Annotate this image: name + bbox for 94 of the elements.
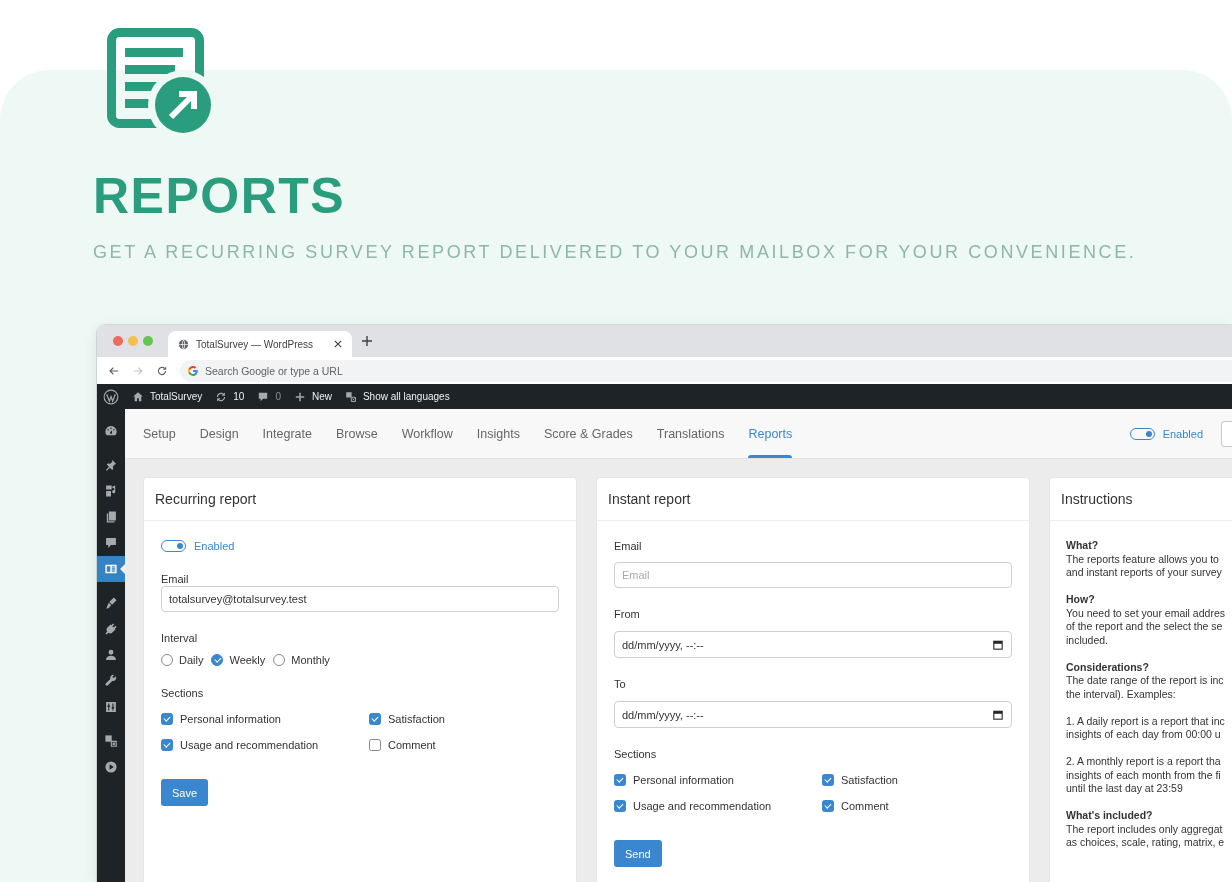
instructions-text: The report includes only aggregat as choices, scale, rating, matrix, e	[1066, 822, 1225, 850]
nav-tab[interactable]: Insights	[476, 409, 520, 458]
refresh-icon	[215, 390, 228, 403]
address-bar[interactable]: Search Google or type a URL	[180, 359, 1232, 382]
instructions-heading: What's included?	[1066, 809, 1153, 823]
new-tab-plus-icon[interactable]	[362, 336, 372, 346]
g-logo-icon	[188, 365, 198, 376]
field-label: To	[614, 677, 626, 691]
checkbox[interactable]	[614, 774, 626, 786]
translate-icon	[104, 734, 118, 748]
paintbrush-icon	[104, 596, 118, 610]
nav-tab[interactable]: Integrate	[262, 409, 312, 458]
sidebar-menu-item[interactable]	[97, 556, 125, 582]
date-time-field[interactable]: dd/mm/yyyy, --:--	[614, 631, 1012, 658]
wrench-icon	[104, 674, 118, 688]
gauge-icon	[104, 424, 118, 438]
checkbox[interactable]	[614, 800, 626, 812]
sliders-icon	[104, 700, 118, 714]
person-icon	[104, 648, 118, 662]
field-label: Sections	[614, 747, 657, 761]
calendar-icon[interactable]	[993, 639, 1003, 650]
play-icon	[104, 760, 118, 774]
report-document-icon	[107, 28, 212, 133]
option-label: Comment	[388, 738, 436, 752]
field-label: Email	[161, 572, 189, 586]
nav-tab[interactable]: Setup	[143, 409, 176, 458]
submit-button[interactable]: Send	[614, 840, 662, 867]
home-icon	[132, 390, 144, 403]
option-label: Comment	[841, 799, 889, 813]
checkbox[interactable]	[369, 739, 381, 751]
admin-bar-link[interactable]: TotalSurvey	[132, 390, 203, 403]
nav-tab[interactable]: Browse	[335, 409, 378, 458]
media-icon	[104, 484, 118, 498]
email-field[interactable]: Email	[614, 562, 1012, 588]
admin-bar-link[interactable]: Show all languages	[344, 390, 450, 403]
instructions-heading: How?	[1066, 593, 1095, 607]
email-field[interactable]: totalsurvey@totalsurvey.test	[161, 586, 559, 612]
calendar-icon[interactable]	[993, 709, 1003, 720]
field-label: Interval	[161, 631, 198, 645]
checkbox[interactable]	[822, 800, 834, 812]
card-title: Instant report	[608, 491, 691, 507]
checkbox[interactable]	[161, 713, 173, 725]
checkbox[interactable]	[161, 739, 173, 751]
field-label: Email	[614, 539, 642, 553]
admin-bar-link[interactable]: 10	[215, 390, 245, 403]
instructions-text: The reports feature allows you to and instant reports of your survey	[1066, 552, 1222, 580]
instructions-text: 2. A monthly report is a report tha insights of each month from the fi until the last day at 23:59	[1066, 755, 1221, 796]
option-label: Personal information	[180, 712, 281, 726]
radio-button[interactable]	[211, 654, 224, 666]
pushpin-icon	[104, 458, 118, 472]
option-label: Daily	[179, 653, 204, 667]
checkbox[interactable]	[369, 713, 381, 725]
browser-tab[interactable]: TotalSurvey — WordPress	[168, 331, 352, 357]
checkbox[interactable]	[822, 774, 834, 786]
close-icon[interactable]	[334, 340, 342, 348]
logo-icon[interactable]	[103, 388, 119, 405]
speech-bubble-icon	[257, 390, 270, 403]
option-label: Weekly	[229, 653, 266, 667]
option-label: Satisfaction	[841, 773, 898, 787]
instructions-text: 1. A daily report is a report that inc insights of each day from 00:00 u	[1066, 714, 1225, 742]
option-label: Usage and recommendation	[633, 799, 772, 813]
option-label: Satisfaction	[388, 712, 445, 726]
instructions-text: You need to set your email addres of the report and the select the se included.	[1066, 606, 1225, 647]
submit-button[interactable]: Save	[161, 779, 209, 806]
form-icon	[104, 562, 118, 576]
page-title: REPORTS	[93, 171, 346, 221]
speech-bubble-icon	[104, 536, 118, 550]
admin-bar-link[interactable]: New	[293, 390, 332, 403]
translate-icon	[344, 390, 357, 403]
field-label: From	[614, 607, 640, 621]
instructions-heading: What?	[1066, 539, 1099, 553]
pages-icon	[104, 510, 118, 524]
globe-icon	[178, 338, 189, 350]
option-label: Usage and recommendation	[180, 738, 319, 752]
card-title: Recurring report	[155, 491, 257, 507]
plus-icon	[293, 390, 306, 403]
nav-tab[interactable]: Reports	[748, 409, 793, 458]
toggle-label: Enabled	[1162, 426, 1203, 441]
nav-tab[interactable]: Score & Grades	[543, 409, 633, 458]
page-subtitle: GET A RECURRING SURVEY REPORT DELIVERED TO YOUR MAILBOX FOR YOUR CONVENIENCE.	[93, 242, 1137, 262]
nav-tab[interactable]: Design	[199, 409, 239, 458]
option-label: Monthly	[291, 653, 330, 667]
field-label: Sections	[161, 686, 204, 700]
card-title: Instructions	[1061, 491, 1133, 507]
plug-icon	[104, 622, 118, 636]
nav-tab[interactable]: Workflow	[401, 409, 453, 458]
toggle-label: Enabled	[194, 539, 235, 553]
admin-bar-link[interactable]: 0	[257, 390, 281, 403]
reload-icon[interactable]	[156, 364, 168, 377]
date-time-field[interactable]: dd/mm/yyyy, --:--	[614, 701, 1012, 728]
nav-tab[interactable]: Translations	[656, 409, 725, 458]
option-label: Personal information	[633, 773, 734, 787]
instructions-text: The date range of the report is inc the interval). Examples:	[1066, 674, 1224, 701]
instructions-heading: Considerations?	[1066, 660, 1149, 674]
